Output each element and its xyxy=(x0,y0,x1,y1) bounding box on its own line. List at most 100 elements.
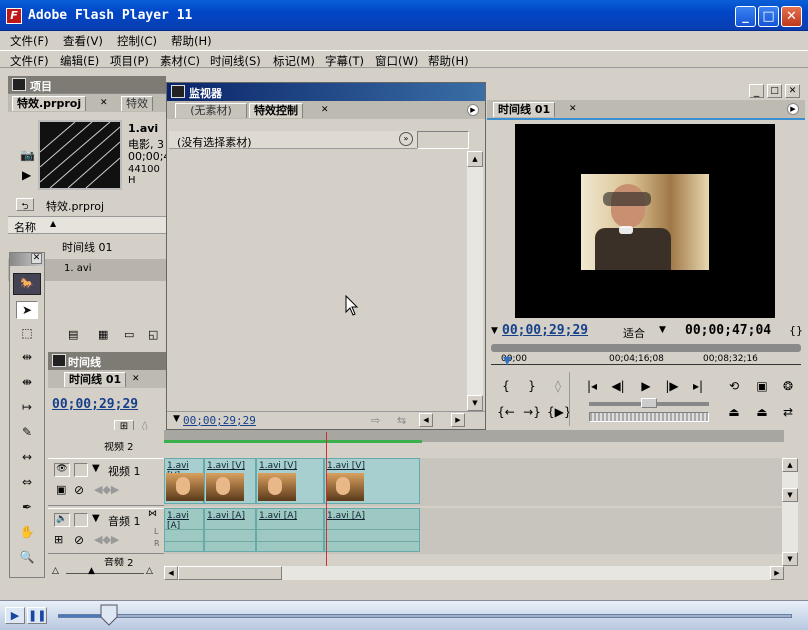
jog-wheel[interactable] xyxy=(589,412,709,422)
loop-icon[interactable]: ⟲ xyxy=(723,378,745,396)
go-to-in-icon[interactable]: {← xyxy=(495,404,517,422)
audio-clip[interactable]: 1.avi [A] xyxy=(204,508,256,552)
progress-thumb[interactable] xyxy=(100,604,118,626)
track-select-tool-icon[interactable]: ⬚ xyxy=(16,325,38,343)
step-icon[interactable]: ⇨ xyxy=(371,414,380,427)
zoom-out-icon[interactable]: △ xyxy=(52,566,59,576)
menu-help[interactable]: 帮助(H) xyxy=(171,33,212,49)
program-current-timecode[interactable]: 00;00;29;29 xyxy=(502,323,588,338)
scroll-right-icon[interactable]: ▶ xyxy=(451,413,465,427)
video-clip[interactable]: 1.avi [V] xyxy=(324,458,420,504)
minimize-button[interactable]: _ xyxy=(749,84,764,98)
timeline-horizontal-scrollbar[interactable]: ◀ ▶ xyxy=(164,566,784,580)
tab-effect-controls[interactable]: 特效控制 xyxy=(249,103,303,118)
work-area-bar[interactable] xyxy=(164,440,422,443)
effect-timecode[interactable]: 00;00;29;29 xyxy=(183,414,256,427)
show-keyframes-icon[interactable]: ⊘ xyxy=(74,483,84,497)
scroll-right-icon[interactable]: ▶ xyxy=(770,566,784,580)
icon-view-icon[interactable]: ▦ xyxy=(98,328,108,341)
folder-up-icon[interactable]: ⮌ xyxy=(16,198,34,212)
zoom-handle[interactable]: ▲ xyxy=(88,566,95,576)
scroll-down-icon[interactable]: ▼ xyxy=(782,552,798,566)
close-button[interactable]: ✕ xyxy=(781,6,802,27)
close-icon[interactable]: ✕ xyxy=(100,98,108,108)
tab-timeline[interactable]: 时间线 01 xyxy=(64,372,127,387)
fit-dropdown[interactable]: 适合 xyxy=(623,325,645,341)
new-item-icon[interactable]: ◱ xyxy=(148,328,158,341)
go-to-previous-edit-icon[interactable]: |◂ xyxy=(581,378,603,396)
scroll-left-icon[interactable]: ◀ xyxy=(164,566,178,580)
tab-effects[interactable]: 特效 xyxy=(121,96,153,111)
waveform-icon[interactable]: ⊞ xyxy=(54,533,63,546)
display-style-icon[interactable]: ▣ xyxy=(56,483,66,496)
set-in-point-icon[interactable]: { xyxy=(495,378,517,396)
video-clip[interactable]: 1.avi [V] xyxy=(164,458,204,504)
zoom-bar[interactable] xyxy=(491,344,801,352)
timeline-ruler[interactable] xyxy=(164,430,784,443)
close-icon[interactable]: ✕ xyxy=(321,105,329,115)
play-icon[interactable]: ▶ xyxy=(635,378,657,396)
app-menu-edit[interactable]: 编辑(E) xyxy=(60,53,99,69)
zoom-in-icon[interactable]: △ xyxy=(146,566,153,576)
play-icon[interactable]: ▶ xyxy=(22,168,31,182)
slip-tool-icon[interactable]: ↔ xyxy=(16,449,38,467)
close-icon[interactable]: ✕ xyxy=(31,253,42,264)
pen-tool-icon[interactable]: ✒ xyxy=(16,499,38,517)
timeline-timecode[interactable]: 00;00;29;29 xyxy=(52,397,138,412)
app-menu-project[interactable]: 项目(P) xyxy=(110,53,149,69)
app-menu-clip[interactable]: 素材(C) xyxy=(160,53,200,69)
menu-view[interactable]: 查看(V) xyxy=(63,33,103,49)
audio-clip[interactable]: 1.avi [A] xyxy=(324,508,420,552)
tab-project-file[interactable]: 特效.prproj xyxy=(12,96,87,111)
column-name[interactable]: 名称 xyxy=(14,219,36,235)
show-keyframes-icon[interactable]: ⊘ xyxy=(74,533,84,547)
play-in-to-out-icon[interactable]: {▶} xyxy=(547,404,572,422)
maximize-button[interactable]: □ xyxy=(767,84,782,98)
safe-margins-icon[interactable]: ▣ xyxy=(751,378,773,396)
zoom-slider[interactable]: △ ▲ △ xyxy=(52,566,160,580)
trim-icon[interactable]: ⇄ xyxy=(777,404,799,422)
hand-tool-icon[interactable]: ✋ xyxy=(16,524,38,542)
lock-toggle[interactable] xyxy=(74,463,88,477)
zoom-tool-icon[interactable]: 🔍 xyxy=(16,549,38,567)
loop-icon[interactable]: ⇆ xyxy=(397,414,406,427)
list-view-icon[interactable]: ▤ xyxy=(68,328,78,341)
current-time-indicator[interactable] xyxy=(326,432,327,566)
app-menu-window[interactable]: 窗口(W) xyxy=(375,53,418,69)
output-icon[interactable]: ❂ xyxy=(777,378,799,396)
lock-toggle[interactable] xyxy=(74,513,88,527)
scroll-down-icon[interactable]: ▼ xyxy=(782,488,798,502)
scroll-left-icon[interactable]: ◀ xyxy=(419,413,433,427)
new-bin-icon[interactable]: ▭ xyxy=(124,328,134,341)
lift-icon[interactable]: ⏏ xyxy=(723,404,745,422)
selection-tool-icon[interactable]: ➤ xyxy=(16,301,38,319)
keyframe-nav-icon[interactable]: ◀◆▶ xyxy=(94,533,119,546)
tab-sequence[interactable]: 时间线 01 xyxy=(493,102,556,117)
maximize-button[interactable]: □ xyxy=(758,6,779,27)
app-menu-marker[interactable]: 标记(M) xyxy=(273,53,315,69)
scroll-up-icon[interactable]: ▲ xyxy=(467,151,483,167)
eye-icon[interactable]: 👁 xyxy=(54,463,70,477)
panel-menu-icon[interactable]: ▶ xyxy=(787,103,799,115)
show-timeline-icon[interactable]: » xyxy=(399,132,413,146)
app-menu-title[interactable]: 字幕(T) xyxy=(325,53,364,69)
chevron-down-icon[interactable]: ▼ xyxy=(659,325,666,335)
speaker-icon[interactable]: 🔈 xyxy=(54,513,70,527)
menu-control[interactable]: 控制(C) xyxy=(117,33,157,49)
minimize-button[interactable]: _ xyxy=(735,6,756,27)
video-clip[interactable]: 1.avi [V] xyxy=(256,458,324,504)
expand-icon[interactable]: ▼ xyxy=(92,463,100,474)
go-to-out-icon[interactable]: →} xyxy=(521,404,543,422)
menu-file[interactable]: 文件(F) xyxy=(10,33,49,49)
close-icon[interactable]: ✕ xyxy=(569,104,577,114)
set-marker-icon[interactable]: ◊ xyxy=(547,378,569,396)
camera-icon[interactable]: 📷 xyxy=(20,148,35,162)
tab-source[interactable]: (无素材) xyxy=(175,103,247,118)
timeline-vertical-scrollbar[interactable]: ▲ ▼ ▼ xyxy=(782,458,798,566)
close-button[interactable]: ✕ xyxy=(785,84,800,98)
expand-icon[interactable]: ▼ xyxy=(92,513,100,524)
video-clip[interactable]: 1.avi [V] xyxy=(204,458,256,504)
keyframe-nav-icon[interactable]: ◀◆▶ xyxy=(94,483,119,496)
progress-track[interactable] xyxy=(58,614,792,618)
app-menu-help[interactable]: 帮助(H) xyxy=(428,53,469,69)
